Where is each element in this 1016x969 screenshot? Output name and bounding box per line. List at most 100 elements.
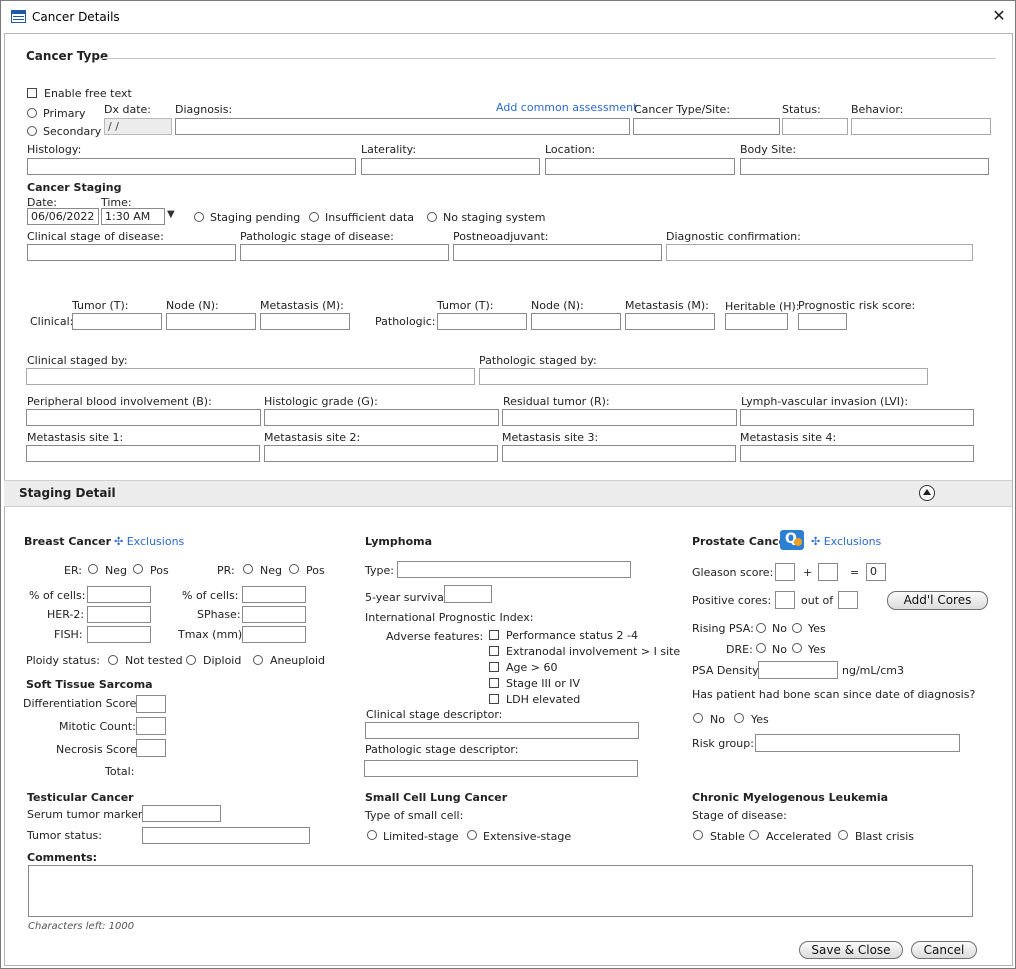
clinical-tumor-field[interactable] <box>72 313 162 330</box>
close-icon[interactable]: ✕ <box>988 5 1010 27</box>
add-common-assessment-link[interactable]: Add common assessment <box>496 101 637 114</box>
er-pos-radio[interactable] <box>133 564 143 574</box>
metastasis-site-1-field[interactable] <box>26 445 260 462</box>
blast-crisis-radio[interactable] <box>838 830 848 840</box>
enable-free-text-checkbox[interactable] <box>27 88 37 98</box>
diagnostic-confirmation-field[interactable] <box>666 244 973 261</box>
clinical-metastasis-field[interactable] <box>260 313 350 330</box>
staging-pending-radio[interactable] <box>194 212 204 222</box>
prostate-exclusions-link[interactable]: ✣ Exclusions <box>811 535 881 548</box>
behavior-field[interactable] <box>851 118 991 135</box>
peripheral-blood-field[interactable] <box>26 409 261 426</box>
tmax-field[interactable] <box>242 626 306 643</box>
diagnosis-label: Diagnosis: <box>175 103 233 116</box>
feature-checkbox[interactable] <box>489 694 499 704</box>
risk-group-field[interactable] <box>755 734 960 752</box>
psa-density-field[interactable] <box>758 661 838 679</box>
mitotic-field[interactable] <box>136 717 166 735</box>
gleason-primary-field[interactable] <box>775 563 795 581</box>
differentiation-field[interactable] <box>136 695 166 713</box>
clinical-staged-by-field[interactable] <box>26 368 475 385</box>
primary-radio[interactable] <box>27 108 37 118</box>
histology-field[interactable] <box>27 158 356 175</box>
accelerated-radio[interactable] <box>749 830 759 840</box>
pr-pos-radio[interactable] <box>289 564 299 574</box>
bone-scan-no-radio[interactable] <box>693 713 703 723</box>
pathologic-node-field[interactable] <box>531 313 621 330</box>
pathologic-descriptor-field[interactable] <box>364 760 638 777</box>
body-site-field[interactable] <box>740 158 989 175</box>
feature-checkbox[interactable] <box>489 630 499 640</box>
histologic-grade-field[interactable] <box>264 409 499 426</box>
necrosis-field[interactable] <box>136 739 166 757</box>
pathologic-tumor-field[interactable] <box>437 313 527 330</box>
residual-tumor-field[interactable] <box>502 409 737 426</box>
serum-markers-field[interactable] <box>142 805 221 822</box>
er-pct-cells-field[interactable] <box>87 586 151 603</box>
pr-neg-radio[interactable] <box>243 564 253 574</box>
bone-scan-yes-radio[interactable] <box>734 713 744 723</box>
dre-no-radio[interactable] <box>756 643 766 653</box>
metastasis-site-4-field[interactable] <box>740 445 974 462</box>
gleason-secondary-field[interactable] <box>818 563 838 581</box>
gleason-total-field[interactable]: 0 <box>866 563 886 581</box>
secondary-radio[interactable] <box>27 126 37 136</box>
status-field[interactable] <box>782 118 848 135</box>
divider <box>100 58 996 59</box>
breast-exclusions-link[interactable]: ✣ Exclusions <box>114 535 184 548</box>
pr-pct-cells-field[interactable] <box>242 586 306 603</box>
metastasis-site-3-field[interactable] <box>502 445 736 462</box>
cancel-button[interactable]: Cancel <box>911 941 977 959</box>
dx-date-field[interactable]: / / <box>104 118 172 135</box>
save-close-button[interactable]: Save & Close <box>799 941 903 959</box>
feature-checkbox[interactable] <box>489 662 499 672</box>
feature-checkbox[interactable] <box>489 646 499 656</box>
lymph-vascular-field[interactable] <box>740 409 974 426</box>
diagnosis-field[interactable] <box>175 118 630 135</box>
addl-cores-button[interactable]: Add'l Cores <box>887 591 988 610</box>
laterality-field[interactable] <box>361 158 540 175</box>
limited-stage-label: Limited-stage <box>383 830 459 843</box>
clinical-node-field[interactable] <box>166 313 256 330</box>
positive-cores-field[interactable] <box>775 591 795 609</box>
her2-field[interactable] <box>87 606 151 623</box>
rising-psa-no-radio[interactable] <box>756 623 766 633</box>
aneuploid-radio[interactable] <box>253 655 263 665</box>
q-logo-icon[interactable]: Q <box>780 530 804 550</box>
clinical-stage-field[interactable] <box>27 244 236 261</box>
total-cores-field[interactable] <box>838 591 858 609</box>
extensive-stage-radio[interactable] <box>467 830 477 840</box>
insufficient-data-radio[interactable] <box>309 212 319 222</box>
pathologic-metastasis-field[interactable] <box>625 313 715 330</box>
fish-field[interactable] <box>87 626 151 643</box>
collapse-up-icon[interactable] <box>919 485 935 501</box>
cancer-type-site-field[interactable] <box>633 118 780 135</box>
er-neg-radio[interactable] <box>88 564 98 574</box>
feature-checkbox[interactable] <box>489 678 499 688</box>
no-staging-system-radio[interactable] <box>427 212 437 222</box>
stable-radio[interactable] <box>693 830 703 840</box>
prognostic-risk-field[interactable] <box>798 313 847 330</box>
rising-psa-yes-radio[interactable] <box>792 623 802 633</box>
clinical-descriptor-field[interactable] <box>365 722 639 739</box>
pathologic-staged-by-field[interactable] <box>479 368 928 385</box>
survival-field[interactable] <box>444 585 492 603</box>
pathologic-stage-field[interactable] <box>240 244 449 261</box>
diploid-radio[interactable] <box>186 655 196 665</box>
limited-stage-radio[interactable] <box>367 830 377 840</box>
dre-yes-radio[interactable] <box>792 643 802 653</box>
staging-time-field[interactable]: 1:30 AM <box>101 208 165 225</box>
metastasis-site-4-label: Metastasis site 4: <box>740 431 837 444</box>
not-tested-radio[interactable] <box>108 655 118 665</box>
sphase-field[interactable] <box>242 606 306 623</box>
metastasis-site-2-field[interactable] <box>264 445 498 462</box>
location-field[interactable] <box>545 158 735 175</box>
staging-date-field[interactable]: 06/06/2022 <box>27 208 99 225</box>
tumor-status-field[interactable] <box>142 827 310 844</box>
comments-textarea[interactable] <box>28 865 973 917</box>
postneoadjuvant-field[interactable] <box>453 244 662 261</box>
lymph-vascular-label: Lymph-vascular invasion (LVI): <box>741 395 909 408</box>
time-dropdown-arrow-icon[interactable]: ▼ <box>167 209 175 220</box>
lymphoma-type-field[interactable] <box>397 561 631 578</box>
heritable-field[interactable] <box>725 313 788 330</box>
